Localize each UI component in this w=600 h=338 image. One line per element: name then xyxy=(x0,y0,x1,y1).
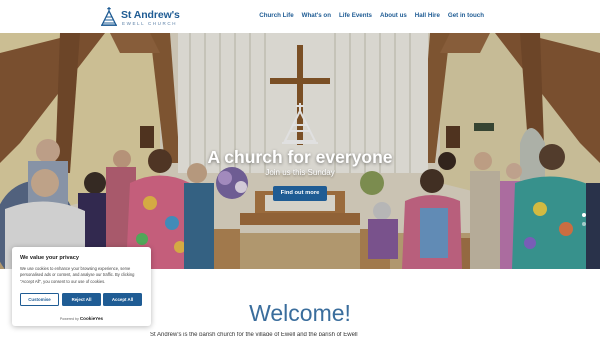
logo-subtitle: EWELL CHURCH xyxy=(122,21,178,26)
find-out-more-button[interactable]: Find out more xyxy=(273,186,327,201)
site-logo[interactable]: St Andrew's EWELL CHURCH xyxy=(100,6,180,28)
nav-church-life[interactable]: Church Life xyxy=(259,12,293,19)
nav-get-in-touch[interactable]: Get in touch xyxy=(448,12,484,19)
hero-title: A church for everyone xyxy=(207,147,393,167)
hero-banner: A church for everyone Join us this Sunda… xyxy=(0,33,600,269)
nav-whats-on[interactable]: What's on xyxy=(302,12,331,19)
church-logo-icon xyxy=(100,7,118,26)
slide-dot-2[interactable] xyxy=(582,222,586,226)
site-header: St Andrew's EWELL CHURCH Church Life Wha… xyxy=(0,0,600,33)
cookieyes-brand: CookieYes xyxy=(79,316,104,321)
nav-about-us[interactable]: About us xyxy=(380,12,407,19)
cookie-accept-all-button[interactable]: Accept All xyxy=(103,293,142,306)
logo-title: St Andrew's xyxy=(121,9,180,21)
slide-dot-1[interactable] xyxy=(582,213,586,217)
cookie-powered-by[interactable]: Powered by CookieYes xyxy=(12,316,151,321)
nav-life-events[interactable]: Life Events xyxy=(339,12,372,19)
cookie-title: We value your privacy xyxy=(20,255,79,261)
slider-dots xyxy=(582,213,586,226)
cookie-description: We use cookies to enhance your browsing … xyxy=(20,266,135,284)
cookie-consent-banner: We value your privacy We use cookies to … xyxy=(12,247,151,326)
cookie-customise-button[interactable]: Customise xyxy=(20,293,59,306)
powered-by-label: Powered by xyxy=(59,317,79,321)
main-nav: Church Life What's on Life Events About … xyxy=(259,12,484,19)
hero-subtitle: Join us this Sunday xyxy=(265,168,335,177)
welcome-intro-text: St Andrew's is the parish church for the… xyxy=(150,332,358,336)
nav-hall-hire[interactable]: Hall Hire xyxy=(415,12,440,19)
cookie-reject-all-button[interactable]: Reject All xyxy=(62,293,101,306)
